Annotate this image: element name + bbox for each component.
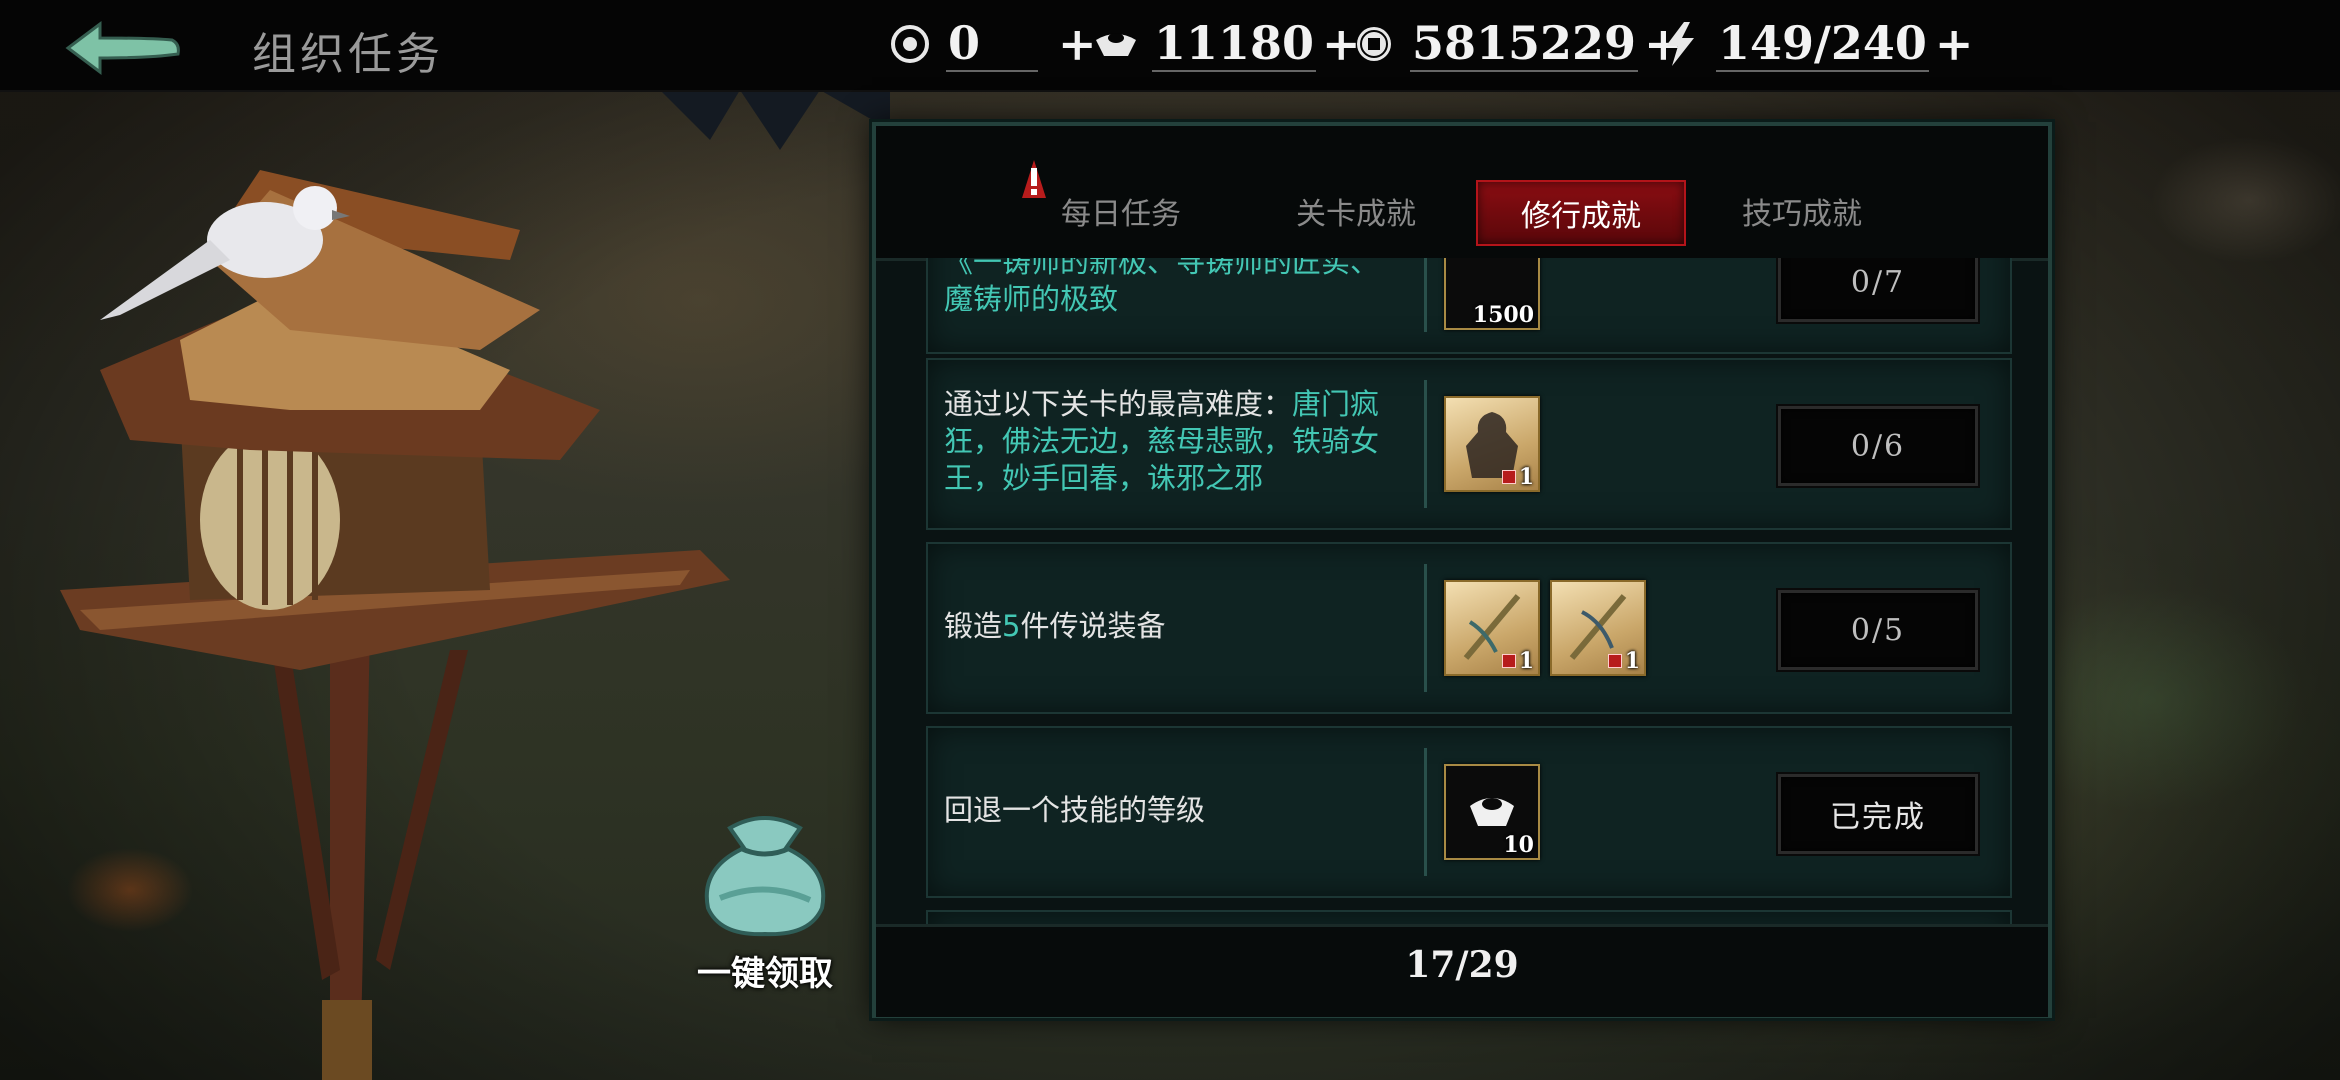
row-divider <box>1424 258 1427 332</box>
energy-value: 149/240 <box>1716 16 1929 72</box>
reward-count: 1 <box>1624 648 1640 674</box>
tab-bar: 每日任务 关卡成就 修行成就 技巧成就 <box>876 126 2048 261</box>
task-progress-button[interactable]: 0/6 <box>1778 406 1978 486</box>
energy-add-button[interactable]: + <box>1935 17 1974 71</box>
rarity-tag <box>1502 470 1516 484</box>
legendary-weapon-card-icon[interactable]: 1 <box>1550 580 1646 676</box>
task-list[interactable]: 《一铸师的新极、寻铸师的匠实、 魔铸师的极致 1500 0/7 通过以下关卡的最… <box>926 258 2016 924</box>
resource-token: 0 + <box>888 14 1097 74</box>
task-row: 通过以下关卡的最高难度：唐门疯狂，佛法无边，慈母悲歌，铁骑女王，妙手回春，诛邪之… <box>926 358 2012 530</box>
warrior-card-icon[interactable]: 1 <box>1444 396 1540 492</box>
tab-stage-achievements[interactable]: 关卡成就 <box>1256 180 1456 242</box>
task-text: 锻造 <box>944 609 1003 643</box>
task-row: 锻造5件传说装备 1 1 0/5 <box>926 542 2012 714</box>
task-description: 锻造5件传说装备 <box>944 608 1414 645</box>
resource-energy: 149/240 + <box>1658 14 1973 74</box>
resource-copper: 5815229 + <box>1352 14 1683 74</box>
rarity-tag <box>1608 654 1622 668</box>
copper-value: 5815229 <box>1410 16 1639 72</box>
task-text-highlight: 诛邪之邪 <box>1147 461 1264 495</box>
top-bar: 组织任务 0 + 11180 + 5815229 + 149/240 + <box>0 0 2340 92</box>
task-text: 通过以下关卡的最高难度： <box>944 387 1293 421</box>
task-description: 回退一个技能的等级 <box>944 792 1414 829</box>
task-text-highlight: 《一铸师的新极、寻铸师的匠实、 <box>944 258 1380 279</box>
coin-token-icon <box>888 22 932 66</box>
task-completed-button[interactable]: 已完成 <box>1778 774 1978 854</box>
page-counter: 17/29 <box>1405 944 1519 986</box>
legendary-weapon-card-icon[interactable]: 1 <box>1444 580 1540 676</box>
task-description: 通过以下关卡的最高难度：唐门疯狂，佛法无边，慈母悲歌，铁骑女王，妙手回春，诛邪之… <box>944 386 1414 497</box>
task-description: 《一铸师的新极、寻铸师的匠实、 魔铸师的极致 <box>944 258 1414 318</box>
reward-count: 10 <box>1503 832 1534 858</box>
task-row <box>926 910 2012 924</box>
task-text: 件传说装备 <box>1020 609 1166 643</box>
row-divider <box>1424 380 1427 508</box>
page-title: 组织任务 <box>252 29 444 80</box>
task-progress-button[interactable]: 0/7 <box>1778 258 1978 322</box>
copper-coin-icon <box>1352 22 1396 66</box>
tab-skill-achievements[interactable]: 技巧成就 <box>1702 180 1902 242</box>
rarity-tag <box>1502 654 1516 668</box>
row-divider <box>1424 748 1427 876</box>
claim-all-button[interactable]: 一键领取 <box>680 808 850 994</box>
coin-reward-icon[interactable]: 1500 <box>1444 258 1540 330</box>
loot-bag-icon <box>704 816 826 937</box>
silver-ingot-icon <box>1094 22 1138 66</box>
back-arrow-icon[interactable] <box>60 14 190 78</box>
task-panel: 每日任务 关卡成就 修行成就 技巧成就 《一铸师的新极、寻铸师的匠实、 魔铸师的… <box>872 122 2052 1018</box>
resource-silver: 11180 + <box>1094 14 1361 74</box>
silver-ingot-reward-icon[interactable]: 10 <box>1444 764 1540 860</box>
task-row: 回退一个技能的等级 10 已完成 <box>926 726 2012 898</box>
task-text-highlight: 魔铸师的极致 <box>944 282 1119 316</box>
task-text-highlight: 5 <box>1002 609 1021 643</box>
task-text: 回退一个技能的等级 <box>944 793 1206 827</box>
reward-count: 1 <box>1518 464 1534 490</box>
silver-value: 11180 <box>1152 16 1317 72</box>
energy-bolt-icon <box>1658 22 1702 66</box>
task-progress-button[interactable]: 0/5 <box>1778 590 1978 670</box>
birdhouse-illustration <box>60 170 730 1080</box>
task-row: 《一铸师的新极、寻铸师的匠实、 魔铸师的极致 1500 0/7 <box>926 258 2012 354</box>
row-divider <box>1424 564 1427 692</box>
claim-all-label: 一键领取 <box>697 954 833 994</box>
token-add-button[interactable]: + <box>1058 17 1097 71</box>
token-value: 0 <box>946 16 1038 72</box>
tab-cultivation-achievements[interactable]: 修行成就 <box>1476 180 1686 246</box>
reward-count: 1500 <box>1472 302 1534 328</box>
reward-count: 1 <box>1518 648 1534 674</box>
tab-daily-tasks[interactable]: 每日任务 <box>1026 180 1216 242</box>
